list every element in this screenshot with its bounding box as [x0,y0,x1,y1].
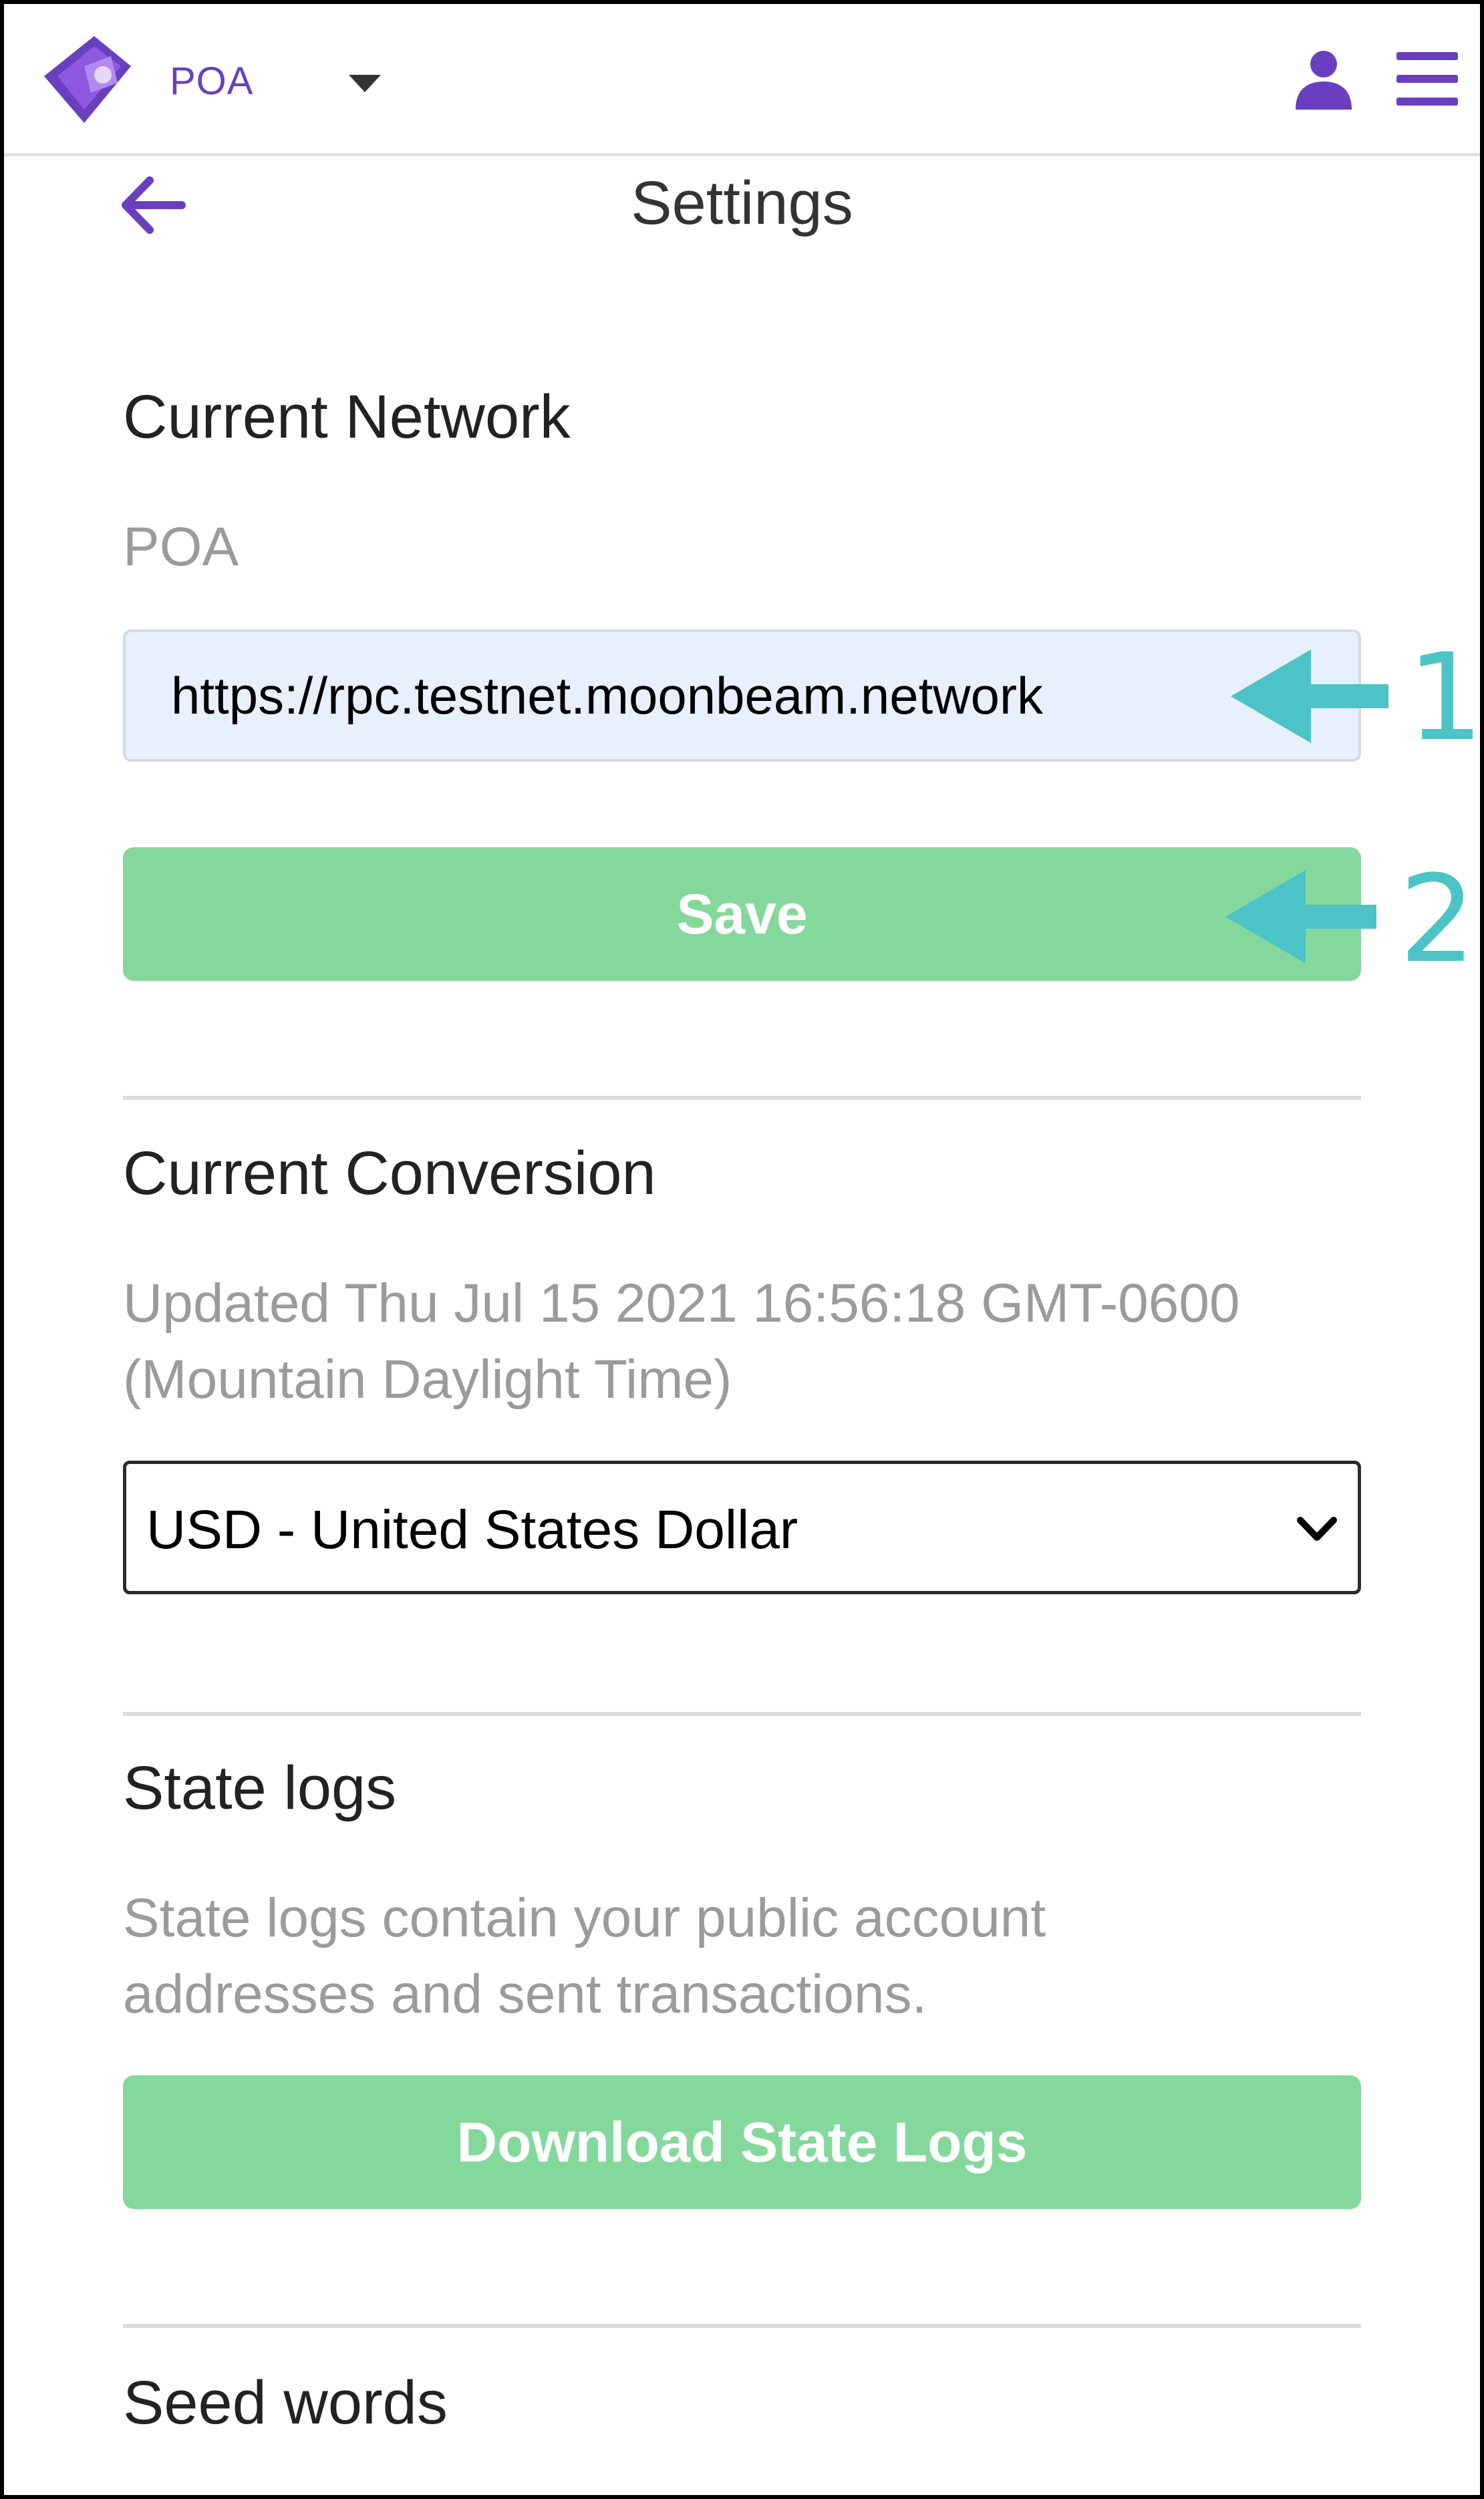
rpc-url-input[interactable] [123,629,1361,762]
annotation-number-2: 2 [1399,850,1476,990]
state-logs-heading: State logs [123,1754,397,1822]
metamask-logo[interactable] [31,29,138,130]
caret-down-icon[interactable] [346,72,384,94]
account-icon[interactable] [1290,45,1357,112]
seed-words-heading: Seed words [123,2369,448,2437]
state-logs-description: State logs contain your public account a… [123,1880,1046,2033]
state-logs-description-line-2: addresses and sent transactions. [123,1964,927,2025]
download-state-logs-button[interactable]: Download State Logs [123,2075,1361,2209]
section-divider [123,2324,1361,2328]
page-title: Settings [631,169,853,237]
current-network-name: POA [123,517,239,577]
menu-icon[interactable] [1394,51,1461,107]
current-conversion-heading: Current Conversion [123,1139,656,1207]
currency-select-value: USD - United States Dollar [146,1499,798,1560]
annotation-number-1: 1 [1407,628,1484,768]
current-network-heading: Current Network [123,383,571,451]
currency-select[interactable]: USD - United States Dollar [123,1461,1361,1594]
annotation-arrow-icon [1225,870,1376,964]
save-button[interactable]: Save [123,847,1361,981]
chevron-down-icon [1297,1517,1337,1541]
state-logs-description-line-1: State logs contain your public account [123,1888,1046,1948]
network-selector-label[interactable]: POA [170,59,254,104]
app-header: POA [4,4,1480,156]
conversion-updated-time: Updated Thu Jul 15 2021 16:56:18 GMT-060… [123,1266,1240,1418]
conversion-updated-line-1: Updated Thu Jul 15 2021 16:56:18 GMT-060… [123,1273,1240,1334]
conversion-updated-line-2: (Mountain Daylight Time) [123,1349,732,1410]
annotation-arrow-icon [1231,649,1388,743]
section-divider [123,1712,1361,1716]
section-divider [123,1096,1361,1100]
